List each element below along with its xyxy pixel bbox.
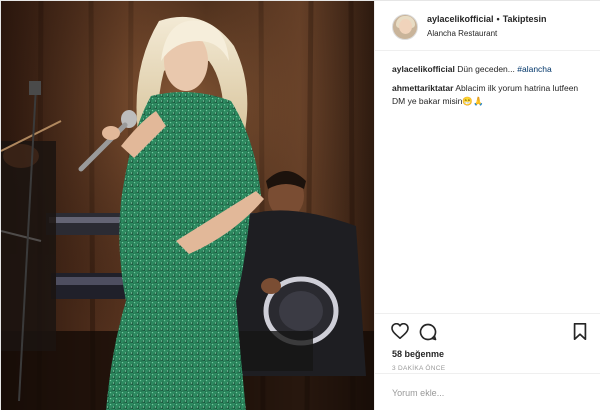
avatar-face (399, 19, 412, 34)
comment-username[interactable]: aylacelikofficial (392, 64, 455, 74)
header-username[interactable]: aylacelikofficial (427, 14, 494, 24)
follow-status-button[interactable]: Takiptesin (503, 14, 547, 24)
bookmark-icon[interactable] (573, 323, 587, 340)
heart-icon[interactable] (391, 323, 409, 339)
post-side-panel: aylacelikofficial • Takiptesin Alancha Res… (374, 1, 600, 410)
caption-comment: aylacelikofficial Dün geceden... #alanch… (392, 63, 592, 76)
post-timestamp: 3 DAKİKA ÖNCE (392, 365, 446, 372)
comments-list: aylacelikofficial Dün geceden... #alanch… (392, 63, 592, 114)
concert-photo-illustration (1, 1, 374, 410)
post-photo[interactable] (1, 1, 374, 410)
comment-input[interactable] (392, 384, 582, 402)
header-user-row: aylacelikofficial • Takiptesin (427, 14, 547, 24)
add-comment-section (375, 373, 600, 410)
list-item: ahmettariktatar Ablacim ilk yorum hatrin… (392, 82, 592, 108)
comment-text: Dün geceden... (457, 64, 515, 74)
avatar[interactable] (392, 14, 418, 40)
comment-icon[interactable] (419, 323, 437, 341)
instagram-post: aylacelikofficial • Takiptesin Alancha Res… (0, 0, 600, 410)
header-separator: • (496, 14, 500, 24)
comment-username[interactable]: ahmettariktatar (392, 83, 453, 93)
hashtag-link[interactable]: #alancha (517, 64, 552, 74)
likes-count[interactable]: 58 beğenme (392, 349, 444, 359)
post-header: aylacelikofficial • Takiptesin Alancha Res… (375, 1, 600, 51)
location-link[interactable]: Alancha Restaurant (427, 29, 497, 38)
